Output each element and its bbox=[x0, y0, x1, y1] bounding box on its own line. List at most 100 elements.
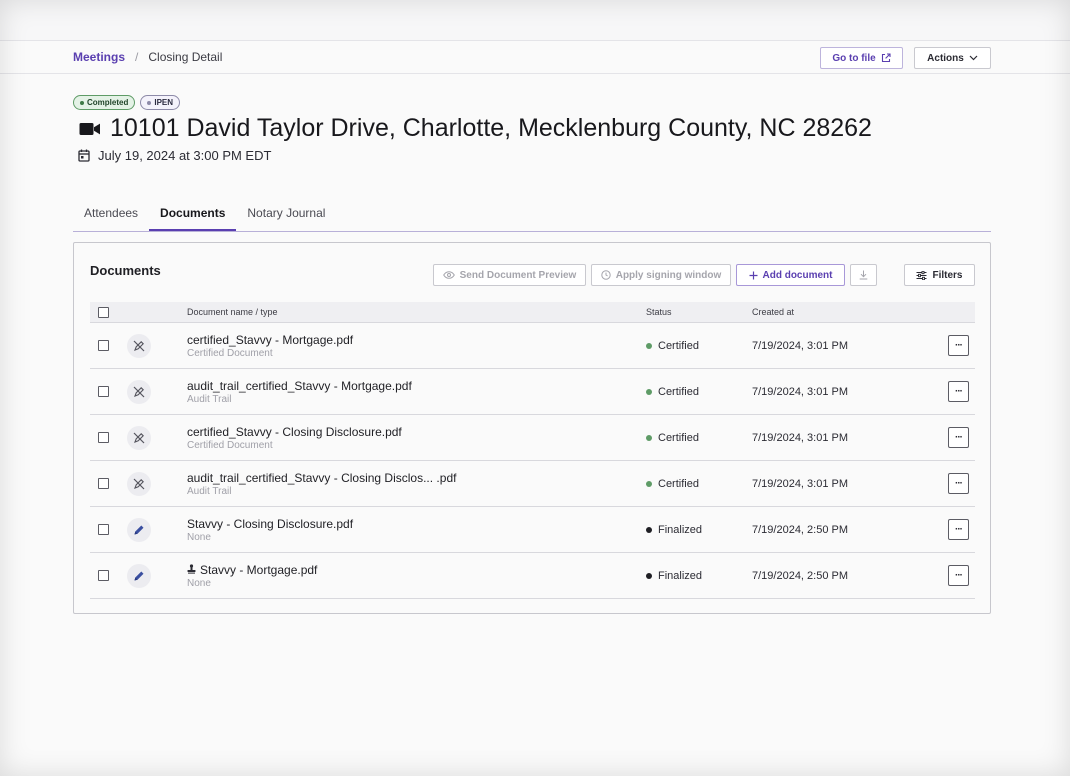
created-at: 7/19/2024, 3:01 PM bbox=[752, 340, 849, 352]
status-text: Certified bbox=[658, 340, 699, 352]
go-to-file-button[interactable]: Go to file bbox=[820, 47, 903, 69]
document-name-text: audit_trail_certified_Stavvy - Closing D… bbox=[187, 471, 457, 485]
ellipsis-icon: ··· bbox=[955, 432, 963, 443]
filters-button[interactable]: Filters bbox=[904, 264, 975, 286]
meeting-date-row: July 19, 2024 at 3:00 PM EDT bbox=[78, 148, 271, 163]
status-dot-icon bbox=[646, 389, 652, 395]
calendar-icon bbox=[78, 149, 90, 162]
edit-disabled-icon[interactable] bbox=[127, 472, 151, 496]
status-text: Certified bbox=[658, 478, 699, 490]
row-checkbox[interactable] bbox=[98, 570, 109, 581]
row-checkbox[interactable] bbox=[98, 432, 109, 443]
breadcrumb-meetings-link[interactable]: Meetings bbox=[73, 50, 125, 64]
row-more-button[interactable]: ··· bbox=[948, 427, 969, 448]
document-name-text: audit_trail_certified_Stavvy - Mortgage.… bbox=[187, 379, 412, 393]
notary-stamp-icon bbox=[187, 563, 196, 577]
tab-documents[interactable]: Documents bbox=[149, 199, 237, 231]
row-checkbox[interactable] bbox=[98, 524, 109, 535]
top-strip bbox=[0, 0, 1070, 41]
actions-label: Actions bbox=[927, 52, 964, 64]
row-checkbox[interactable] bbox=[98, 386, 109, 397]
status-text: Finalized bbox=[658, 524, 703, 536]
document-status: Certified bbox=[646, 432, 699, 444]
pencil-icon[interactable] bbox=[127, 564, 151, 588]
apply-signing-window-label: Apply signing window bbox=[615, 269, 722, 281]
column-header-created: Created at bbox=[752, 307, 795, 317]
document-status: Certified bbox=[646, 340, 699, 352]
row-checkbox[interactable] bbox=[98, 478, 109, 489]
status-text: Certified bbox=[658, 386, 699, 398]
status-dot-icon bbox=[646, 573, 652, 579]
tab-attendees[interactable]: Attendees bbox=[73, 199, 149, 231]
row-more-button[interactable]: ··· bbox=[948, 473, 969, 494]
document-name-text: Stavvy - Mortgage.pdf bbox=[200, 563, 318, 577]
row-more-button[interactable]: ··· bbox=[948, 565, 969, 586]
document-name[interactable]: audit_trail_certified_Stavvy - Closing D… bbox=[187, 471, 456, 485]
add-document-label: Add document bbox=[762, 269, 833, 281]
edit-disabled-icon[interactable] bbox=[127, 426, 151, 450]
table-row: Stavvy - Closing Disclosure.pdf None Final… bbox=[90, 507, 975, 553]
table-body: certified_Stavvy - Mortgage.pdf Certified… bbox=[90, 323, 975, 599]
table-row: certified_Stavvy - Closing Disclosure.pd… bbox=[90, 415, 975, 461]
meeting-datetime: July 19, 2024 at 3:00 PM EDT bbox=[98, 148, 272, 163]
status-badges: Completed IPEN bbox=[73, 95, 181, 110]
ellipsis-icon: ··· bbox=[955, 386, 963, 397]
actions-button[interactable]: Actions bbox=[914, 47, 991, 69]
documents-table: Document name / type Status Created at c… bbox=[90, 302, 975, 599]
sliders-icon bbox=[916, 270, 927, 280]
meeting-title: 10101 David Taylor Drive, Charlotte, Mec… bbox=[110, 114, 872, 142]
status-dot-icon bbox=[646, 343, 652, 349]
document-name[interactable]: certified_Stavvy - Closing Disclosure.pd… bbox=[187, 425, 402, 439]
eye-icon bbox=[442, 271, 455, 279]
document-name[interactable]: Stavvy - Mortgage.pdf bbox=[187, 563, 317, 577]
document-name-text: certified_Stavvy - Mortgage.pdf bbox=[187, 333, 354, 347]
go-to-file-label: Go to file bbox=[832, 52, 876, 64]
table-row: certified_Stavvy - Mortgage.pdf Certified… bbox=[90, 323, 975, 369]
download-button[interactable] bbox=[850, 264, 877, 286]
video-camera-icon bbox=[79, 122, 100, 135]
edit-disabled-icon[interactable] bbox=[127, 380, 151, 404]
table-row: Stavvy - Mortgage.pdf None Finalized 7/19/2… bbox=[90, 553, 975, 599]
ipen-badge-label: IPEN bbox=[154, 98, 174, 107]
add-document-button[interactable]: Add document bbox=[736, 264, 845, 286]
tab-notary-journal[interactable]: Notary Journal bbox=[236, 199, 336, 231]
row-more-button[interactable]: ··· bbox=[948, 335, 969, 356]
apply-signing-window-button[interactable]: Apply signing window bbox=[591, 264, 731, 286]
clock-icon bbox=[601, 270, 611, 280]
select-all-checkbox[interactable] bbox=[98, 307, 109, 318]
send-document-preview-button[interactable]: Send Document Preview bbox=[433, 264, 586, 286]
document-type: Audit Trail bbox=[187, 394, 232, 405]
table-row: audit_trail_certified_Stavvy - Closing D… bbox=[90, 461, 975, 507]
row-checkbox[interactable] bbox=[98, 340, 109, 351]
document-status: Certified bbox=[646, 386, 699, 398]
ellipsis-icon: ··· bbox=[955, 340, 963, 351]
table-header: Document name / type Status Created at bbox=[90, 302, 975, 323]
document-status: Certified bbox=[646, 478, 699, 490]
pencil-icon[interactable] bbox=[127, 518, 151, 542]
tab-bar: Attendees Documents Notary Journal bbox=[73, 199, 991, 232]
row-more-button[interactable]: ··· bbox=[948, 519, 969, 540]
status-text: Finalized bbox=[658, 570, 703, 582]
document-name[interactable]: Stavvy - Closing Disclosure.pdf bbox=[187, 517, 353, 531]
created-at: 7/19/2024, 3:01 PM bbox=[752, 478, 849, 490]
created-at: 7/19/2024, 3:01 PM bbox=[752, 432, 849, 444]
ipen-badge: IPEN bbox=[140, 95, 181, 110]
ellipsis-icon: ··· bbox=[955, 524, 963, 535]
document-name[interactable]: audit_trail_certified_Stavvy - Mortgage.… bbox=[187, 379, 412, 393]
edit-disabled-icon[interactable] bbox=[127, 334, 151, 358]
created-at: 7/19/2024, 3:01 PM bbox=[752, 386, 849, 398]
breadcrumb: Meetings / Closing Detail bbox=[73, 50, 222, 64]
document-type: Certified Document bbox=[187, 348, 273, 359]
document-type: None bbox=[187, 578, 211, 589]
breadcrumb-separator: / bbox=[135, 50, 139, 64]
ellipsis-icon: ··· bbox=[955, 478, 963, 489]
documents-panel-title: Documents bbox=[90, 263, 161, 278]
download-icon bbox=[859, 270, 868, 280]
ellipsis-icon: ··· bbox=[955, 570, 963, 581]
document-status: Finalized bbox=[646, 524, 702, 536]
page-title: 10101 David Taylor Drive, Charlotte, Mec… bbox=[79, 114, 872, 143]
created-at: 7/19/2024, 2:50 PM bbox=[752, 570, 849, 582]
completed-badge: Completed bbox=[73, 95, 136, 110]
document-name[interactable]: certified_Stavvy - Mortgage.pdf bbox=[187, 333, 353, 347]
row-more-button[interactable]: ··· bbox=[948, 381, 969, 402]
